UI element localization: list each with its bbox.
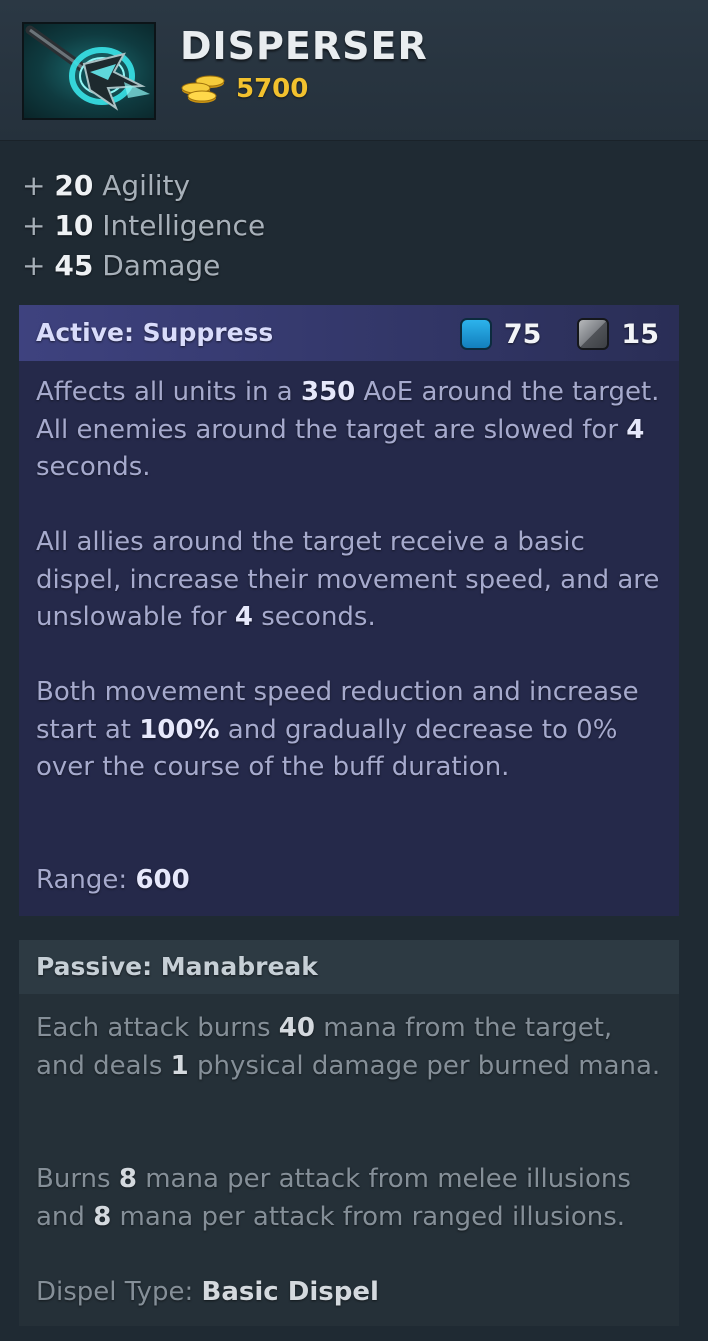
- active-ability-title: Active: Suppress: [36, 318, 274, 347]
- passive-description-burn: Each attack burns 40 mana from the targe…: [36, 1013, 661, 1081]
- active-range: Range: 600: [36, 865, 190, 895]
- passive-ability-header: Passive: Manabreak: [19, 940, 679, 994]
- passive-ability-title: Passive: Manabreak: [36, 952, 318, 981]
- passive-description-illusions: Burns 8 mana per attack from melee illus…: [36, 1164, 631, 1232]
- item-name: DISPERSER: [180, 24, 428, 68]
- mana-cost-value: 75: [503, 318, 542, 350]
- active-ability-header: Active: Suppress 75 15: [19, 305, 679, 361]
- mana-cost-icon: [459, 318, 492, 350]
- passive-ability-panel: Passive: Manabreak Each attack burns 40 …: [19, 940, 679, 1326]
- ability-costs: 75 15: [459, 316, 659, 352]
- disperser-item-icon[interactable]: [22, 22, 156, 120]
- passive-dispel-type: Dispel Type: Basic Dispel: [36, 1277, 379, 1307]
- stat-intelligence: + 10 Intelligence: [22, 209, 266, 242]
- item-header: DISPERSER 5700: [0, 0, 708, 141]
- cooldown-value: 15: [621, 318, 659, 350]
- cost-value: 5700: [236, 74, 309, 104]
- item-cost: 5700: [180, 72, 308, 106]
- active-description-speed: Both movement speed reduction and increa…: [36, 677, 639, 782]
- cooldown-icon: [577, 318, 610, 350]
- stat-agility: + 20 Agility: [22, 169, 191, 202]
- stat-damage: + 45 Damage: [22, 249, 221, 282]
- active-description-allies: All allies around the target receive a b…: [36, 527, 660, 632]
- item-stats: + 20 Agility + 10 Intelligence + 45 Dama…: [22, 166, 265, 286]
- gold-coins-icon: [181, 75, 225, 103]
- active-description-aoe: Affects all units in a 350 AoE around th…: [36, 377, 660, 482]
- active-ability-panel: Active: Suppress 75 15 Affects all units…: [19, 305, 679, 916]
